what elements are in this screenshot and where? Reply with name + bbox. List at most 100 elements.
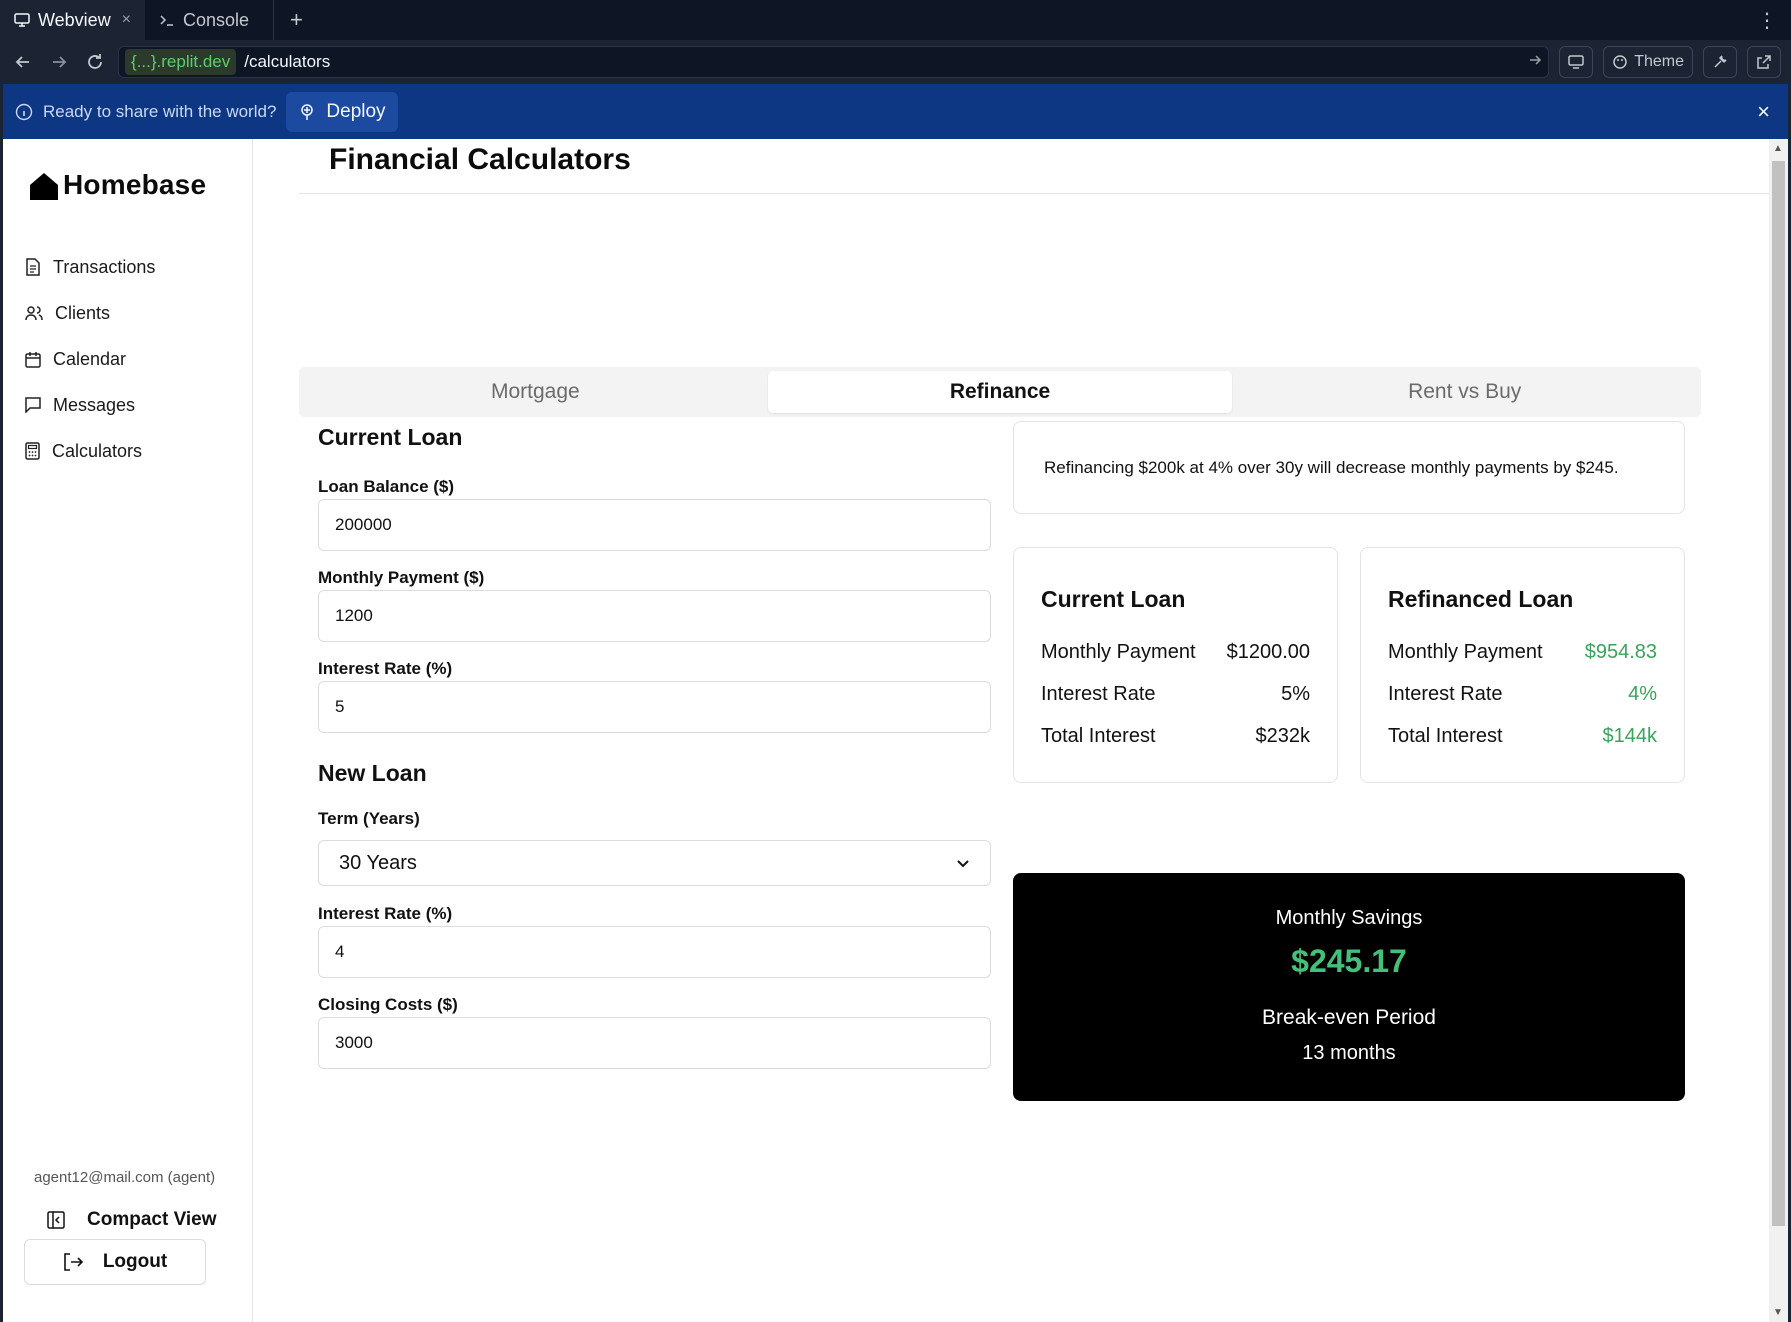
new-loan-heading: New Loan (318, 760, 427, 786)
more-options-icon[interactable]: ⋮ (1743, 0, 1791, 40)
calendar-icon (25, 351, 41, 368)
savings-panel: Monthly Savings $245.17 Break-even Perio… (1013, 873, 1685, 1101)
sidebar-collapse-icon (47, 1211, 65, 1229)
devtools-button[interactable] (1703, 46, 1737, 78)
deploy-button[interactable]: Deploy (286, 91, 398, 132)
back-icon[interactable] (10, 49, 36, 75)
current-monthly-payment-row: Monthly Payment $1200.00 (1041, 631, 1310, 673)
users-icon (25, 305, 43, 321)
reload-icon[interactable] (82, 49, 108, 75)
page-scrollbar[interactable]: ▲ ▼ (1769, 139, 1788, 1322)
app-viewport: Homebase Transactions Clients Calendar M… (3, 139, 1788, 1322)
palette-icon (1612, 54, 1628, 70)
row-label: Total Interest (1388, 724, 1503, 747)
go-arrow-icon[interactable] (1528, 53, 1542, 72)
address-field[interactable]: {...}.replit.dev /calculators (118, 46, 1550, 78)
info-icon (15, 103, 33, 121)
brand-name: Homebase (63, 169, 207, 200)
loan-balance-input[interactable]: 200000 (318, 499, 991, 551)
close-tab-icon[interactable]: × (122, 11, 131, 29)
theme-label: Theme (1634, 53, 1684, 70)
monitor-icon (1568, 55, 1584, 69)
sidebar-item-calculators[interactable]: Calculators (25, 428, 155, 474)
row-value: $232k (1255, 724, 1311, 747)
tab-refinance[interactable]: Refinance (767, 371, 1233, 413)
sidebar-nav: Transactions Clients Calendar Messages C… (25, 244, 155, 474)
row-value: $1200.00 (1226, 640, 1310, 663)
forward-icon[interactable] (46, 49, 72, 75)
compact-view-button[interactable]: Compact View (47, 1209, 217, 1231)
logout-button[interactable]: Logout (24, 1239, 206, 1285)
scrollbar-thumb[interactable] (1772, 161, 1785, 1226)
tab-console[interactable]: Console (145, 0, 273, 40)
house-icon (29, 171, 59, 201)
row-label: Monthly Payment (1388, 640, 1543, 663)
row-value: $144k (1602, 724, 1658, 747)
sidebar-item-label: Clients (55, 302, 111, 323)
user-email: agent12@mail.com (agent) (34, 1169, 216, 1186)
sidebar-item-clients[interactable]: Clients (25, 290, 155, 336)
interest-rate-input[interactable]: 5 (318, 681, 991, 733)
row-label: Monthly Payment (1041, 640, 1196, 663)
monitor-icon (14, 13, 30, 27)
monthly-savings-value: $245.17 (1291, 943, 1407, 979)
tab-webview-label: Webview (38, 9, 111, 30)
tab-mortgage[interactable]: Mortgage (303, 371, 768, 413)
new-interest-rate-label: Interest Rate (%) (318, 904, 453, 923)
logout-label: Logout (102, 1251, 168, 1272)
term-select[interactable]: 30 Years (318, 840, 991, 886)
refinanced-total-interest-row: Total Interest $144k (1388, 715, 1657, 757)
deploy-label: Deploy (326, 100, 386, 122)
row-value: 5% (1281, 682, 1310, 705)
refinanced-monthly-payment-row: Monthly Payment $954.83 (1388, 631, 1657, 673)
open-new-window-button[interactable] (1747, 46, 1781, 78)
url-bar: {...}.replit.dev /calculators Theme (0, 40, 1791, 84)
monthly-payment-input[interactable]: 1200 (318, 590, 991, 642)
sidebar-item-calendar[interactable]: Calendar (25, 336, 155, 382)
sidebar-item-label: Calendar (53, 348, 127, 369)
sidebar-item-label: Messages (53, 394, 136, 415)
add-tab-button[interactable]: + (273, 0, 319, 40)
sidebar-item-transactions[interactable]: Transactions (25, 244, 155, 290)
breakeven-value: 13 months (1302, 1042, 1396, 1064)
tab-webview[interactable]: Webview × (0, 0, 145, 40)
file-text-icon (25, 258, 41, 276)
close-banner-icon[interactable]: × (1757, 99, 1776, 125)
refinanced-loan-card: Refinanced Loan Monthly Payment $954.83 … (1360, 547, 1685, 783)
domain-chip: {...}.replit.dev (125, 49, 237, 75)
theme-button[interactable]: Theme (1603, 46, 1693, 78)
refinanced-interest-rate-row: Interest Rate 4% (1388, 673, 1657, 715)
external-link-icon (1756, 54, 1772, 70)
refinance-summary: Refinancing $200k at 4% over 30y will de… (1013, 421, 1685, 514)
loan-balance-label: Loan Balance ($) (318, 477, 455, 496)
tab-rent-vs-buy[interactable]: Rent vs Buy (1232, 371, 1697, 413)
wrench-icon (1712, 54, 1728, 70)
current-interest-rate-row: Interest Rate 5% (1041, 673, 1310, 715)
row-label: Total Interest (1041, 724, 1156, 747)
terminal-icon (159, 13, 175, 27)
url-path: /calculators (244, 52, 331, 71)
message-icon (25, 397, 41, 413)
closing-costs-label: Closing Costs ($) (318, 995, 458, 1014)
tab-console-label: Console (183, 9, 250, 30)
refinanced-loan-card-title: Refinanced Loan (1388, 586, 1574, 612)
row-value: 4% (1628, 682, 1657, 705)
current-total-interest-row: Total Interest $232k (1041, 715, 1310, 757)
brand-logo[interactable]: Homebase (29, 169, 206, 201)
devices-button[interactable] (1559, 46, 1594, 78)
browser-tabstrip: Webview × Console + ⋮ (0, 0, 1791, 40)
sidebar-item-messages[interactable]: Messages (25, 382, 155, 428)
scroll-down-icon[interactable]: ▼ (1773, 1307, 1783, 1318)
sidebar-item-label: Transactions (53, 256, 156, 277)
closing-costs-input[interactable]: 3000 (318, 1017, 991, 1069)
scroll-up-icon[interactable]: ▲ (1773, 143, 1783, 154)
monthly-savings-label: Monthly Savings (1275, 907, 1423, 929)
breakeven-label: Break-even Period (1262, 1006, 1436, 1029)
compact-view-label: Compact View (87, 1209, 217, 1230)
term-select-value: 30 Years (339, 851, 417, 874)
new-interest-rate-input[interactable]: 4 (318, 926, 991, 978)
row-label: Interest Rate (1388, 682, 1503, 705)
main-content: Financial Calculators Mortgage Refinance… (254, 139, 1769, 1322)
calculator-icon (25, 442, 40, 460)
monthly-payment-label: Monthly Payment ($) (318, 568, 485, 587)
